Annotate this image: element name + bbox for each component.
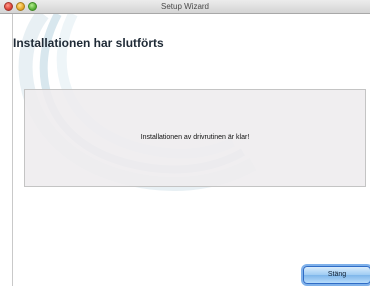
completion-message: Installationen av drivrutinen är klar!: [140, 134, 250, 141]
close-button[interactable]: Stäng: [303, 266, 370, 284]
message-panel: Installationen av drivrutinen är klar!: [24, 89, 366, 187]
window-titlebar[interactable]: Setup Wizard: [0, 0, 370, 14]
window-title: Setup Wizard: [160, 2, 210, 11]
wizard-content: Installationen har slutförts Installatio…: [12, 14, 370, 286]
page-title: Installationen har slutförts: [13, 36, 164, 50]
setup-wizard-window: Setup Wizard Installationen har slutfört…: [0, 0, 370, 286]
